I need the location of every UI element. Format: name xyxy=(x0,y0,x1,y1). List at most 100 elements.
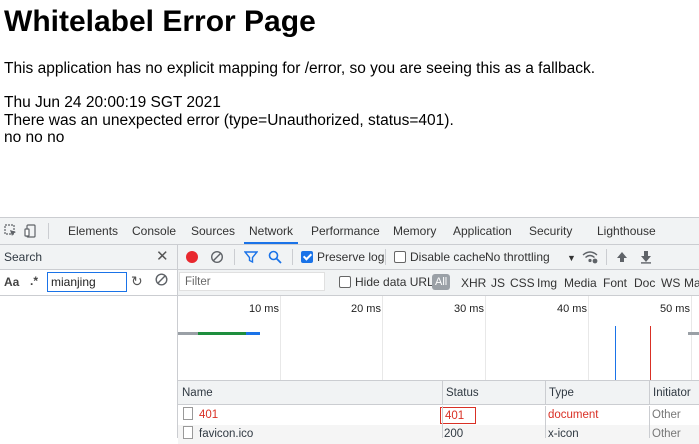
match-case-button[interactable]: Aa xyxy=(4,275,19,289)
tab-lighthouse[interactable]: Lighthouse xyxy=(597,218,656,244)
column-header-type[interactable]: Type xyxy=(545,381,649,405)
network-toolbar: Preserve log Disable cache No throttling… xyxy=(178,245,699,270)
timeline-gridline xyxy=(588,296,589,380)
request-status-cell: 200 xyxy=(444,428,464,440)
chevron-down-icon: ▼ xyxy=(567,253,576,263)
table-row[interactable]: 401 401 document Other xyxy=(178,406,699,425)
preserve-log-checkbox[interactable]: Preserve log xyxy=(301,250,384,264)
requests-table: Name Status Type Initiator 401 401 docum… xyxy=(178,381,699,444)
dom-content-loaded-marker xyxy=(615,326,616,380)
tab-application[interactable]: Application xyxy=(453,218,512,244)
search-input[interactable] xyxy=(47,272,127,292)
disable-cache-check-icon[interactable] xyxy=(394,251,406,263)
tab-performance[interactable]: Performance xyxy=(311,218,380,244)
timeline-bar-waiting xyxy=(178,332,198,335)
column-header-initiator[interactable]: Initiator xyxy=(649,381,699,405)
record-icon[interactable] xyxy=(185,250,199,264)
tab-console[interactable]: Console xyxy=(132,218,176,244)
disable-cache-label: Disable cache xyxy=(410,250,486,264)
type-filter-manifest[interactable]: Ma xyxy=(684,276,699,290)
tab-network[interactable]: Network xyxy=(244,218,299,244)
throttling-select[interactable]: No throttling ▼ xyxy=(485,250,576,264)
timeline-bar-ttfb xyxy=(198,332,246,335)
column-divider xyxy=(442,406,443,438)
hide-data-urls-checkbox[interactable]: Hide data URLs xyxy=(339,275,440,289)
request-type-cell: document xyxy=(548,409,599,421)
inspect-element-icon[interactable] xyxy=(4,224,18,238)
request-initiator-cell: Other xyxy=(652,428,681,440)
preserve-log-check-icon[interactable] xyxy=(301,251,313,263)
type-filter-media[interactable]: Media xyxy=(564,276,597,290)
toolbar-separator xyxy=(385,249,386,265)
error-description: There was an unexpected error (type=Unau… xyxy=(4,111,454,129)
filter-input[interactable]: Filter xyxy=(179,272,325,291)
load-event-marker xyxy=(650,326,651,380)
table-row[interactable]: favicon.ico 200 x-icon Other xyxy=(178,425,699,444)
type-filter-all[interactable]: All xyxy=(432,274,451,290)
import-har-icon[interactable] xyxy=(616,250,628,264)
timeline-gridline xyxy=(280,296,281,380)
column-header-name[interactable]: Name xyxy=(178,381,442,405)
error-message: This application has no explicit mapping… xyxy=(4,60,596,77)
error-detail-text: no no no xyxy=(4,129,65,146)
tab-sources[interactable]: Sources xyxy=(191,218,235,244)
filter-icon[interactable] xyxy=(244,250,258,264)
devtools-tab-bar: Elements Console Sources Network Perform… xyxy=(0,218,699,245)
search-icon[interactable] xyxy=(268,250,282,264)
timeline-bar-download xyxy=(246,332,260,335)
timeline-tick-label: 20 ms xyxy=(351,303,381,315)
toolbar-separator xyxy=(234,249,235,265)
disable-cache-checkbox[interactable]: Disable cache xyxy=(394,250,485,264)
timeline-tick-label: 40 ms xyxy=(557,303,587,315)
hide-data-urls-label: Hide data URLs xyxy=(355,275,440,289)
export-har-icon[interactable] xyxy=(640,250,652,264)
hide-data-urls-check-icon[interactable] xyxy=(339,276,351,288)
device-toolbar-icon[interactable] xyxy=(24,224,38,238)
request-name-cell[interactable]: favicon.ico xyxy=(178,425,442,444)
error-timestamp: Thu Jun 24 20:00:19 SGT 2021 xyxy=(4,94,221,111)
type-filter-ws[interactable]: WS xyxy=(661,276,680,290)
request-initiator-cell: Other xyxy=(652,409,681,421)
preserve-log-label: Preserve log xyxy=(317,250,385,264)
type-filter-img[interactable]: Img xyxy=(537,276,557,290)
type-filter-css[interactable]: CSS xyxy=(510,276,535,290)
timeline-tick-label: 10 ms xyxy=(249,303,279,315)
request-status-cell: 401 xyxy=(440,407,476,424)
column-divider xyxy=(649,406,650,438)
devtools-panel: Elements Console Sources Network Perform… xyxy=(0,217,699,444)
toolbar-separator xyxy=(292,249,293,265)
tab-security[interactable]: Security xyxy=(529,218,572,244)
type-filter-js[interactable]: JS xyxy=(491,276,505,290)
search-row: Aa .* ↻ xyxy=(0,270,177,296)
request-name: 401 xyxy=(199,409,219,421)
timeline-gridline xyxy=(485,296,486,380)
tab-memory[interactable]: Memory xyxy=(393,218,436,244)
refresh-search-icon[interactable]: ↻ xyxy=(131,273,143,290)
throttling-value: No throttling xyxy=(485,250,550,264)
network-overview-timeline[interactable]: 10 ms 20 ms 30 ms 40 ms 50 ms xyxy=(178,296,699,381)
timeline-tick-label: 50 ms xyxy=(660,303,690,315)
document-file-icon xyxy=(183,407,193,420)
regex-button[interactable]: .* xyxy=(30,274,38,288)
request-name: favicon.ico xyxy=(199,428,254,440)
column-header-status[interactable]: Status xyxy=(442,381,545,405)
clear-log-icon[interactable] xyxy=(210,250,224,264)
network-conditions-icon[interactable] xyxy=(582,250,598,264)
error-page: Whitelabel Error Page This application h… xyxy=(0,0,699,217)
tab-elements[interactable]: Elements xyxy=(68,218,118,244)
type-filter-doc[interactable]: Doc xyxy=(634,276,655,290)
tab-separator xyxy=(48,223,49,239)
timeline-tick-label: 30 ms xyxy=(454,303,484,315)
clear-search-icon[interactable] xyxy=(155,273,168,286)
type-filter-font[interactable]: Font xyxy=(603,276,627,290)
search-pane: Search ✕ Aa .* ↻ xyxy=(0,245,178,438)
type-filter-xhr[interactable]: XHR xyxy=(461,276,486,290)
search-header: Search ✕ xyxy=(0,245,177,270)
search-title: Search xyxy=(4,250,43,264)
request-name-cell[interactable]: 401 xyxy=(178,406,442,425)
toolbar-separator xyxy=(606,249,607,265)
close-search-icon[interactable]: ✕ xyxy=(156,247,169,265)
error-details: Thu Jun 24 20:00:19 SGT 2021 There was a… xyxy=(4,94,454,147)
filter-bar: Filter Hide data URLs All XHR JS CSS Img… xyxy=(178,270,699,296)
timeline-bar-favicon xyxy=(688,332,699,335)
